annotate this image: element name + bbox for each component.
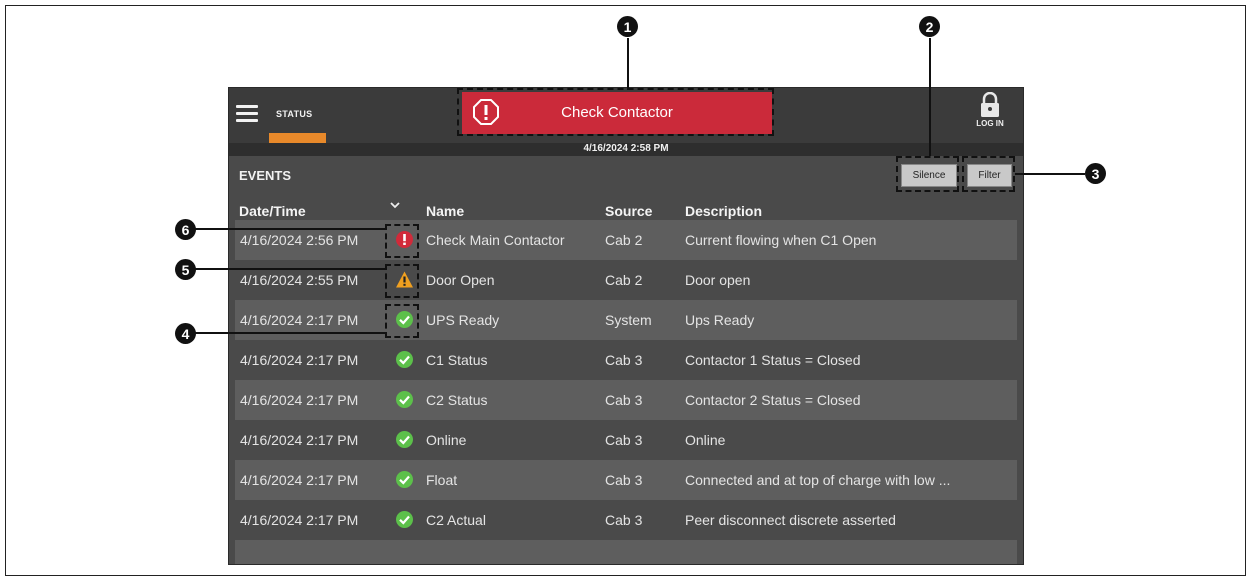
event-datetime: 4/16/2024 2:17 PM — [240, 432, 359, 448]
callout-1: 1 — [617, 16, 638, 37]
event-source: Cab 3 — [605, 512, 643, 528]
event-datetime: 4/16/2024 2:55 PM — [240, 272, 359, 288]
event-source: Cab 2 — [605, 272, 643, 288]
event-datetime: 4/16/2024 2:17 PM — [240, 472, 359, 488]
callout-line-2 — [929, 38, 931, 156]
callout-5: 5 — [175, 259, 196, 280]
column-header-source[interactable]: Source — [605, 203, 652, 219]
table-row[interactable]: 4/16/2024 2:17 PM C2 Actual Cab 3 Peer disc… — [235, 500, 1017, 540]
callout-3: 3 — [1085, 163, 1106, 184]
event-description: Peer disconnect discrete asserted — [685, 512, 896, 528]
event-source: Cab 2 — [605, 232, 643, 248]
table-row[interactable]: 4/16/2024 2:17 PM UPS Ready System Ups Read… — [235, 300, 1017, 340]
callout-4: 4 — [175, 323, 196, 344]
table-row[interactable]: 4/16/2024 2:56 PM Check Main Contactor Cab… — [235, 220, 1017, 260]
column-header-name[interactable]: Name — [426, 203, 464, 219]
callout-line-6 — [195, 228, 385, 230]
current-datetime: 4/16/2024 2:58 PM — [583, 143, 669, 154]
callout-box-silence — [896, 156, 959, 192]
event-datetime: 4/16/2024 2:17 PM — [240, 312, 359, 328]
event-name: Online — [426, 432, 467, 448]
event-datetime: 4/16/2024 2:17 PM — [240, 352, 359, 368]
event-name: C2 Actual — [426, 512, 486, 528]
callout-line-4 — [195, 332, 385, 334]
check-icon — [395, 470, 414, 489]
event-source: Cab 3 — [605, 432, 643, 448]
event-source: Cab 3 — [605, 352, 643, 368]
callout-box-filter — [962, 156, 1015, 192]
callout-box-alarm — [457, 88, 774, 136]
callout-line-5 — [195, 268, 385, 270]
callout-line-1 — [627, 38, 629, 90]
event-datetime: 4/16/2024 2:17 PM — [240, 512, 359, 528]
callout-box-check — [385, 304, 419, 338]
date-bar: 4/16/2024 2:58 PM — [229, 143, 1023, 156]
table-row[interactable]: 4/16/2024 2:55 PM Door Open Cab 2 Door open — [235, 260, 1017, 300]
check-icon — [395, 430, 414, 449]
event-datetime: 4/16/2024 2:17 PM — [240, 392, 359, 408]
event-source: System — [605, 312, 652, 328]
event-description: Door open — [685, 272, 751, 288]
event-name: UPS Ready — [426, 312, 500, 328]
table-row-partial[interactable] — [235, 540, 1017, 564]
status-tab-label[interactable]: STATUS — [276, 109, 312, 119]
event-description: Contactor 1 Status = Closed — [685, 352, 861, 368]
event-description: Current flowing when C1 Open — [685, 232, 877, 248]
event-description: Ups Ready — [685, 312, 755, 328]
event-name: C1 Status — [426, 352, 488, 368]
check-icon — [395, 510, 414, 529]
menu-icon[interactable] — [236, 105, 258, 122]
lock-icon — [981, 92, 999, 117]
event-source: Cab 3 — [605, 392, 643, 408]
callout-2: 2 — [919, 16, 940, 37]
table-row[interactable]: 4/16/2024 2:17 PM C1 Status Cab 3 Contactor… — [235, 340, 1017, 380]
event-name: Check Main Contactor — [426, 232, 565, 248]
event-description: Connected and at top of charge with low … — [685, 472, 951, 488]
event-description: Online — [685, 432, 726, 448]
event-name: C2 Status — [426, 392, 488, 408]
callout-6: 6 — [175, 219, 196, 240]
event-description: Contactor 2 Status = Closed — [685, 392, 861, 408]
event-source: Cab 3 — [605, 472, 643, 488]
callout-box-alarm-row — [385, 224, 419, 258]
chevron-down-icon[interactable] — [389, 200, 401, 210]
callout-line-3 — [1015, 173, 1085, 175]
events-title: EVENTS — [239, 168, 292, 183]
login-label: LOG IN — [976, 119, 1004, 128]
column-header-description[interactable]: Description — [685, 203, 762, 219]
table-row[interactable]: 4/16/2024 2:17 PM Float Cab 3 Connected and… — [235, 460, 1017, 500]
table-row[interactable]: 4/16/2024 2:17 PM Online Cab 3 Online — [235, 420, 1017, 460]
check-icon — [395, 390, 414, 409]
status-tab-indicator — [269, 133, 326, 143]
event-name: Float — [426, 472, 458, 488]
check-icon — [395, 350, 414, 369]
event-name: Door Open — [426, 272, 495, 288]
callout-box-warning — [385, 264, 419, 298]
event-datetime: 4/16/2024 2:56 PM — [240, 232, 359, 248]
login-button[interactable]: LOG IN — [965, 92, 1015, 128]
table-row[interactable]: 4/16/2024 2:17 PM C2 Status Cab 3 Contactor… — [235, 380, 1017, 420]
column-header-date[interactable]: Date/Time — [239, 203, 306, 219]
